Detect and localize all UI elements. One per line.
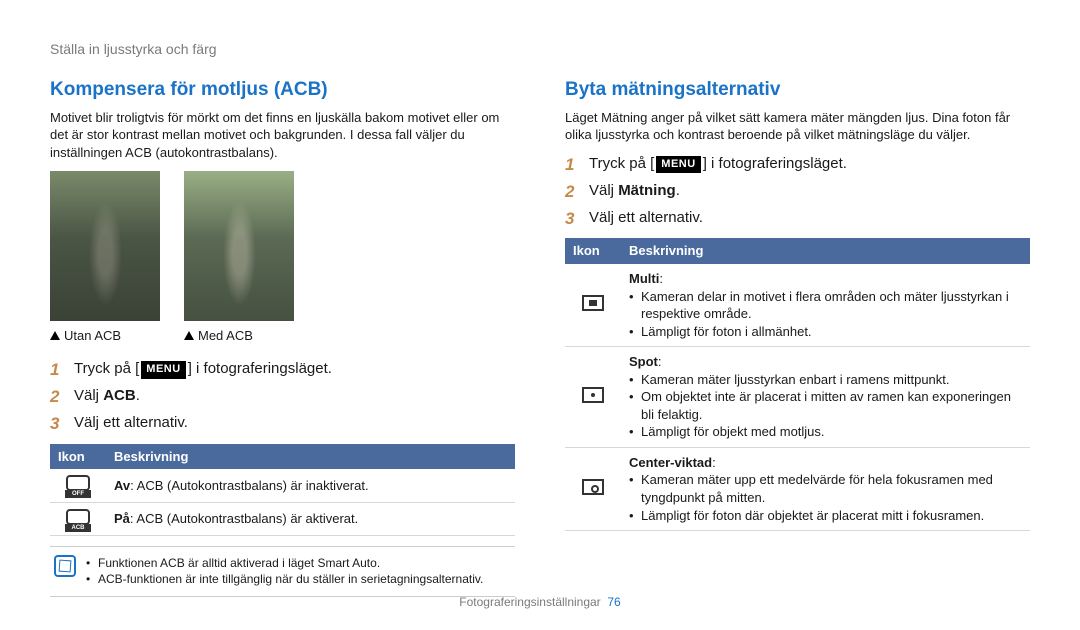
ul: Kameran mäter ljusstyrkan enbart i ramen… bbox=[629, 371, 1022, 441]
menu-button-label: MENU bbox=[141, 361, 185, 379]
intro-acb: Motivet blir troligtvis för mörkt om det… bbox=[50, 109, 515, 162]
step-2: 2 Välj ACB. bbox=[50, 386, 515, 409]
table-row: Center-viktad: Kameran mäter upp ett med… bbox=[565, 447, 1030, 530]
table-metering-options: Ikon Beskrivning Multi: Kameran delar in… bbox=[565, 238, 1030, 531]
step-number: 2 bbox=[50, 386, 74, 409]
step-2: 2 Välj Mätning. bbox=[565, 181, 1030, 204]
step-3: 3 Välj ett alternativ. bbox=[50, 413, 515, 436]
note-box: Funktionen ACB är alltid aktiverad i läg… bbox=[50, 546, 515, 596]
steps-metering: 1 Tryck på [MENU] i fotograferingsläget.… bbox=[565, 154, 1030, 231]
t: : ACB (Autokontrastbalans) är aktiverat. bbox=[130, 511, 358, 526]
triangle-icon bbox=[184, 331, 194, 340]
step-number: 1 bbox=[565, 154, 589, 177]
triangle-icon bbox=[50, 331, 60, 340]
t: Välj bbox=[589, 182, 618, 199]
note-list: Funktionen ACB är alltid aktiverad i läg… bbox=[86, 555, 483, 587]
note-item: Funktionen ACB är alltid aktiverad i läg… bbox=[86, 555, 483, 571]
right-column: Byta mätningsalternativ Läget Mätning an… bbox=[565, 77, 1030, 597]
t: Av bbox=[114, 478, 130, 493]
li: Om objektet inte är placerat i mitten av… bbox=[629, 388, 1022, 423]
page-number: 76 bbox=[607, 595, 620, 609]
intro-metering: Läget Mätning anger på vilket sätt kamer… bbox=[565, 109, 1030, 144]
caption-with-text: Med ACB bbox=[198, 327, 253, 345]
breadcrumb: Ställa in ljusstyrka och färg bbox=[50, 40, 1030, 59]
table-acb-options: Ikon Beskrivning Av: ACB (Autokontrastba… bbox=[50, 444, 515, 537]
acb-off-icon bbox=[66, 475, 90, 491]
li: Lämpligt för objekt med motljus. bbox=[629, 423, 1022, 441]
table-row: På: ACB (Autokontrastbalans) är aktivera… bbox=[50, 502, 515, 536]
metering-spot-icon bbox=[582, 387, 604, 403]
content-columns: Kompensera för motljus (ACB) Motivet bli… bbox=[50, 77, 1030, 597]
li: Lämpligt för foton i allmänhet. bbox=[629, 323, 1022, 341]
table-row: Av: ACB (Autokontrastbalans) är inaktive… bbox=[50, 469, 515, 502]
t: Center-viktad bbox=[629, 455, 712, 470]
t: ] i fotograferingsläget. bbox=[188, 360, 332, 377]
li: Lämpligt för foton där objektet är place… bbox=[629, 507, 1022, 525]
image-with-acb bbox=[184, 171, 294, 321]
t: ACB bbox=[103, 387, 136, 404]
step-1: 1 Tryck på [MENU] i fotograferingsläget. bbox=[565, 154, 1030, 177]
ul: Kameran mäter upp ett medelvärde för hel… bbox=[629, 471, 1022, 524]
li: Kameran mäter upp ett medelvärde för hel… bbox=[629, 471, 1022, 506]
t: På bbox=[114, 511, 130, 526]
table-row: Spot: Kameran mäter ljusstyrkan enbart i… bbox=[565, 347, 1030, 448]
step-3: 3 Välj ett alternativ. bbox=[565, 208, 1030, 231]
step-number: 1 bbox=[50, 359, 74, 382]
step-number: 3 bbox=[50, 413, 74, 436]
li: Kameran delar in motivet i flera områden… bbox=[629, 288, 1022, 323]
table-row: Multi: Kameran delar in motivet i flera … bbox=[565, 264, 1030, 347]
th-icon: Ikon bbox=[565, 238, 621, 264]
steps-acb: 1 Tryck på [MENU] i fotograferingsläget.… bbox=[50, 359, 515, 436]
step-text: Välj ett alternativ. bbox=[589, 208, 703, 231]
t: . bbox=[136, 387, 140, 404]
metering-center-icon bbox=[582, 479, 604, 495]
menu-button-label: MENU bbox=[656, 156, 700, 174]
caption-row: Utan ACB Med ACB bbox=[50, 327, 515, 345]
caption-without-text: Utan ACB bbox=[64, 327, 121, 345]
ul: Kameran delar in motivet i flera områden… bbox=[629, 288, 1022, 341]
metering-multi-icon bbox=[582, 295, 604, 311]
step-1: 1 Tryck på [MENU] i fotograferingsläget. bbox=[50, 359, 515, 382]
footer: Fotograferingsinställningar 76 bbox=[0, 594, 1080, 610]
acb-on-icon bbox=[66, 509, 90, 525]
heading-acb: Kompensera för motljus (ACB) bbox=[50, 77, 515, 103]
th-desc: Beskrivning bbox=[106, 444, 515, 470]
footer-section: Fotograferingsinställningar bbox=[459, 595, 600, 609]
t: Multi bbox=[629, 271, 659, 286]
step-text: Tryck på [MENU] i fotograferingsläget. bbox=[74, 359, 332, 382]
step-text: Välj ett alternativ. bbox=[74, 413, 188, 436]
step-text: Välj ACB. bbox=[74, 386, 140, 409]
note-item: ACB-funktionen är inte tillgänglig när d… bbox=[86, 571, 483, 587]
caption-without-acb: Utan ACB bbox=[50, 327, 160, 345]
step-text: Välj Mätning. bbox=[589, 181, 680, 204]
t: ] i fotograferingsläget. bbox=[703, 155, 847, 172]
step-number: 2 bbox=[565, 181, 589, 204]
note-icon bbox=[54, 555, 76, 577]
image-without-acb bbox=[50, 171, 160, 321]
t: Spot bbox=[629, 354, 658, 369]
th-icon: Ikon bbox=[50, 444, 106, 470]
th-desc: Beskrivning bbox=[621, 238, 1030, 264]
t: Tryck på [ bbox=[589, 155, 654, 172]
step-text: Tryck på [MENU] i fotograferingsläget. bbox=[589, 154, 847, 177]
t: : ACB (Autokontrastbalans) är inaktivera… bbox=[130, 478, 368, 493]
t: Välj bbox=[74, 387, 103, 404]
step-number: 3 bbox=[565, 208, 589, 231]
left-column: Kompensera för motljus (ACB) Motivet bli… bbox=[50, 77, 515, 597]
t: Mätning bbox=[618, 182, 676, 199]
li: Kameran mäter ljusstyrkan enbart i ramen… bbox=[629, 371, 1022, 389]
heading-metering: Byta mätningsalternativ bbox=[565, 77, 1030, 103]
t: Tryck på [ bbox=[74, 360, 139, 377]
example-images-row bbox=[50, 171, 515, 321]
t: . bbox=[676, 182, 680, 199]
caption-with-acb: Med ACB bbox=[184, 327, 294, 345]
